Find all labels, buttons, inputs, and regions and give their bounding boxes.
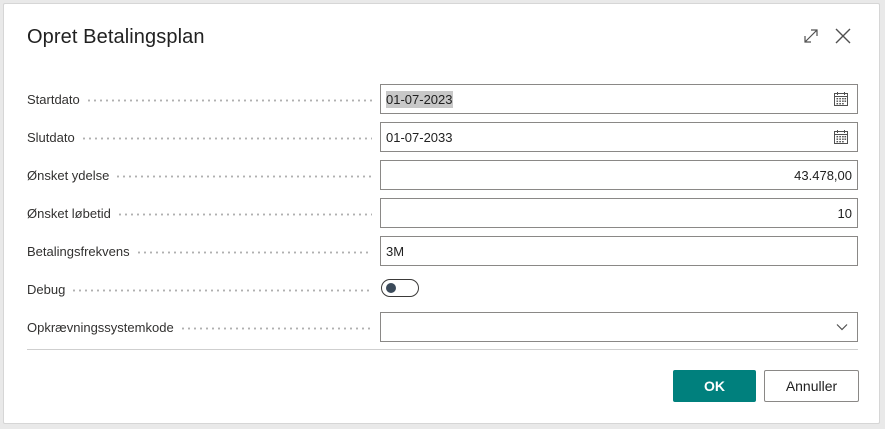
close-icon[interactable] [833,26,853,46]
cancel-button[interactable]: Annuller [764,370,859,402]
slutdato-value[interactable]: 01-07-2033 [381,130,833,145]
row-debug: Debug [27,274,860,304]
row-opkraevningssystemkode: Opkrævningssystemkode [27,312,860,342]
oensket-loebetid-label: Ønsket løbetid [27,205,111,221]
dialog: Opret Betalingsplan Startdato 01-07-2023… [3,3,880,424]
row-betalingsfrekvens: Betalingsfrekvens 3M [27,236,860,266]
opkraevningssystemkode-label: Opkrævningssystemkode [27,319,174,335]
slutdato-input[interactable]: 01-07-2033 [380,122,858,152]
oensket-loebetid-input[interactable]: 10 [380,198,858,228]
slutdato-label: Slutdato [27,129,75,145]
startdato-input[interactable]: 01-07-2023 [380,84,858,114]
betalingsfrekvens-input[interactable]: 3M [380,236,858,266]
debug-toggle[interactable] [381,279,419,297]
ok-button[interactable]: OK [673,370,756,402]
calendar-icon[interactable] [833,91,849,107]
expand-icon[interactable] [801,26,821,46]
row-startdato: Startdato 01-07-2023 [27,84,860,114]
debug-label: Debug [27,281,66,297]
oensket-ydelse-input[interactable]: 43.478,00 [380,160,858,190]
row-oensket-loebetid: Ønsket løbetid 10 [27,198,860,228]
dialog-title: Opret Betalingsplan [27,26,205,48]
oensket-loebetid-value[interactable]: 10 [381,206,857,221]
toggle-knob [386,283,396,293]
row-oensket-ydelse: Ønsket ydelse 43.478,00 [27,160,860,190]
chevron-down-icon[interactable] [835,320,849,334]
opkraevningssystemkode-select[interactable] [380,312,858,342]
startdato-label: Startdato [27,91,80,107]
betalingsfrekvens-label: Betalingsfrekvens [27,243,130,259]
row-slutdato: Slutdato 01-07-2033 [27,122,860,152]
oensket-ydelse-value[interactable]: 43.478,00 [381,168,857,183]
calendar-icon[interactable] [833,129,849,145]
betalingsfrekvens-value[interactable]: 3M [381,244,857,259]
startdato-value[interactable]: 01-07-2023 [386,90,453,108]
oensket-ydelse-label: Ønsket ydelse [27,167,110,183]
divider [27,349,858,350]
